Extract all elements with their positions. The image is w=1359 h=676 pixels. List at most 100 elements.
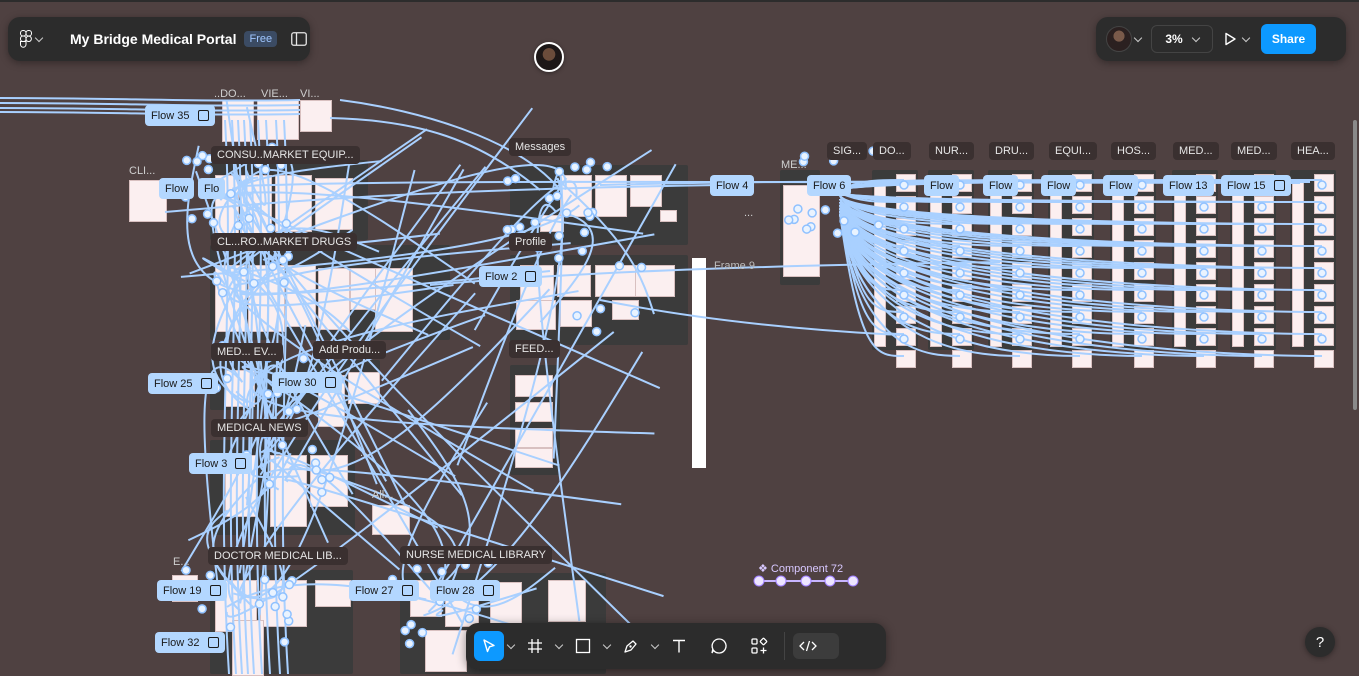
connector-node[interactable] <box>820 205 831 215</box>
connector-node[interactable] <box>187 214 197 224</box>
connector-node[interactable] <box>211 276 222 286</box>
connector-node[interactable] <box>278 592 288 602</box>
connector-node[interactable] <box>1015 224 1025 234</box>
connector-node[interactable] <box>412 564 422 574</box>
connector-node[interactable] <box>636 262 647 273</box>
connector-node[interactable] <box>317 474 327 485</box>
connector-node[interactable] <box>899 246 909 256</box>
flow-badge[interactable]: Flow 3 <box>189 453 253 474</box>
connector-node[interactable] <box>1257 246 1267 256</box>
pen-tool-button[interactable] <box>614 631 648 661</box>
connector-node[interactable] <box>899 202 909 212</box>
shape-tool-button[interactable] <box>566 631 600 661</box>
connector-node[interactable] <box>899 224 909 234</box>
connector-node[interactable] <box>1137 180 1147 190</box>
design-canvas[interactable]: ..DO... VIE... VI... CONSU..MARKET EQUIP… <box>0 0 1359 676</box>
connector-node[interactable] <box>292 404 302 414</box>
connector-node[interactable] <box>1199 224 1209 234</box>
connector-node[interactable] <box>264 479 275 489</box>
connector-node[interactable] <box>260 165 271 175</box>
main-menu-button[interactable] <box>20 24 60 54</box>
share-button[interactable]: Share <box>1261 24 1316 54</box>
connector-node[interactable] <box>570 162 580 172</box>
connector-node[interactable] <box>464 613 475 624</box>
connector-node[interactable] <box>807 208 817 218</box>
flow-badge[interactable]: Flow 19 <box>157 580 227 601</box>
connector-node[interactable] <box>278 255 288 265</box>
connector-node[interactable] <box>955 224 965 234</box>
connector-node[interactable] <box>208 218 219 228</box>
connector-node[interactable] <box>1257 312 1267 322</box>
connector-node[interactable] <box>955 202 965 212</box>
flow-badge[interactable]: Flow 28 <box>430 580 500 601</box>
connector-node[interactable] <box>801 224 812 234</box>
connector-node[interactable] <box>595 303 606 314</box>
connector-node[interactable] <box>260 574 270 585</box>
flow-badge[interactable]: Flow <box>983 175 1019 196</box>
connector-node[interactable] <box>1199 290 1209 300</box>
connector-node[interactable] <box>1015 202 1025 212</box>
connector-node[interactable] <box>317 487 327 497</box>
toggle-sidebar-button[interactable] <box>289 29 309 49</box>
connector-node[interactable] <box>1137 202 1147 212</box>
connector-node[interactable] <box>793 204 803 214</box>
connector-node[interactable] <box>1137 268 1147 278</box>
move-tool-menu[interactable] <box>504 640 518 649</box>
connector-node[interactable] <box>307 444 318 455</box>
connector-node[interactable] <box>417 627 428 638</box>
connector-node[interactable] <box>1317 224 1327 234</box>
flow-badge[interactable]: Flow 15 <box>1221 175 1291 196</box>
connector-node[interactable] <box>181 155 192 166</box>
connector-node[interactable] <box>270 601 280 612</box>
component-label[interactable]: ❖ Component 72 <box>758 562 843 575</box>
connector-node[interactable] <box>1075 268 1085 278</box>
connector-node[interactable] <box>602 161 612 172</box>
connector-node[interactable] <box>279 637 290 647</box>
connector-node[interactable] <box>955 290 965 300</box>
file-name[interactable]: My Bridge Medical Portal <box>70 31 236 47</box>
connector-node[interactable] <box>298 353 309 364</box>
collaborator-avatar[interactable] <box>534 42 564 72</box>
connector-node[interactable] <box>955 312 965 322</box>
connector-node[interactable] <box>1075 290 1085 300</box>
connector-node[interactable] <box>1257 224 1267 234</box>
connector-node[interactable] <box>1137 312 1147 322</box>
connector-node[interactable] <box>899 268 909 278</box>
connector-node[interactable] <box>1015 334 1025 344</box>
connector-node[interactable] <box>1317 290 1327 300</box>
connector-node[interactable] <box>1317 334 1327 344</box>
connector-node[interactable] <box>577 246 588 256</box>
connector-node[interactable] <box>1317 180 1327 190</box>
connector-node[interactable] <box>1317 312 1327 322</box>
connector-node[interactable] <box>783 215 794 225</box>
help-button[interactable]: ? <box>1305 627 1335 657</box>
connector-node[interactable] <box>282 609 292 620</box>
connector-node[interactable] <box>873 220 884 230</box>
connector-node[interactable] <box>1257 334 1267 344</box>
connector-node[interactable] <box>268 587 278 598</box>
flow-badge[interactable]: Flow 25 <box>148 373 218 394</box>
connector-node[interactable] <box>1317 246 1327 256</box>
connector-node[interactable] <box>1075 202 1085 212</box>
flow-badge[interactable]: Flow <box>1103 175 1139 196</box>
connector-node[interactable] <box>1015 268 1025 278</box>
connector-node[interactable] <box>899 180 909 190</box>
connector-node[interactable] <box>203 164 214 175</box>
connector-node[interactable] <box>591 326 602 337</box>
connector-node[interactable] <box>225 622 236 632</box>
connector-node[interactable] <box>899 334 909 344</box>
connector-node[interactable] <box>1075 224 1085 234</box>
connector-node[interactable] <box>554 231 564 241</box>
connector-node[interactable] <box>202 209 213 219</box>
connector-node[interactable] <box>544 193 555 204</box>
plan-badge[interactable]: Free <box>244 31 278 47</box>
zoom-dropdown[interactable]: 3% <box>1151 25 1213 53</box>
connector-node[interactable] <box>1015 312 1025 322</box>
flow-badge[interactable]: Flow 4 <box>710 175 755 196</box>
connector-node[interactable] <box>1015 246 1025 256</box>
connector-node[interactable] <box>406 619 416 630</box>
flow-badge[interactable]: Flow 27 <box>349 580 419 601</box>
frame-tool-button[interactable] <box>518 631 552 661</box>
connector-node[interactable] <box>265 223 276 233</box>
connector-node[interactable] <box>630 308 640 318</box>
